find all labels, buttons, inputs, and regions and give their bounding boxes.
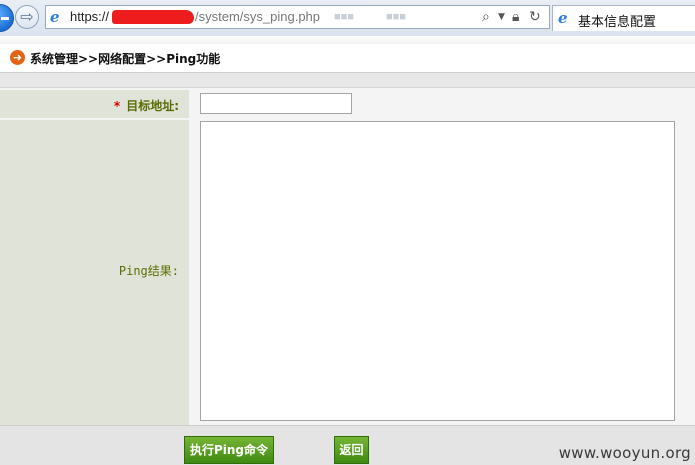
target-address-input[interactable] xyxy=(200,93,352,114)
browser-tab[interactable]: e 基本信息配置 xyxy=(552,5,695,31)
url-path: /system/sys_ping.php xyxy=(195,9,321,24)
target-label-cell: * 目标地址: xyxy=(0,90,189,118)
lock-icon[interactable]: 🔒︎ xyxy=(512,8,519,26)
breadcrumb-text: 系统管理>>网络配置>>Ping功能 xyxy=(30,52,221,66)
refresh-icon[interactable]: ↻ xyxy=(529,8,541,26)
arrow-right-icon: ➜ xyxy=(10,50,25,65)
page-top-strip xyxy=(0,36,695,44)
result-label: Ping结果: xyxy=(118,264,179,278)
ping-form: * 目标地址: Ping结果: xyxy=(0,88,695,425)
ie-page-icon: e xyxy=(50,8,60,26)
target-value-cell xyxy=(191,90,695,118)
ping-result-textarea[interactable] xyxy=(200,121,675,421)
back-button[interactable] xyxy=(0,4,14,32)
faded-text: ■■■ xyxy=(386,11,406,23)
forward-arrow-icon: ⇨ xyxy=(20,7,34,26)
section-divider xyxy=(0,72,695,88)
result-label-cell: Ping结果: xyxy=(0,120,189,425)
ie-tab-icon: e xyxy=(558,9,568,27)
result-value-cell xyxy=(191,120,695,425)
faded-text: ■■■ xyxy=(334,11,354,23)
url-host-redaction xyxy=(112,10,194,24)
target-label-text: 目标地址: xyxy=(126,99,179,113)
browser-toolbar: ⇨ e https:// /system/sys_ping.php ■■■ ■■… xyxy=(0,0,695,37)
tab-title: 基本信息配置 xyxy=(578,15,657,30)
execute-ping-button[interactable]: 执行Ping命令 xyxy=(184,436,274,464)
url-protocol: https:// xyxy=(70,9,110,24)
target-label: * 目标地址: xyxy=(114,97,179,114)
address-bar[interactable]: e https:// /system/sys_ping.php ■■■ ■■■ … xyxy=(45,5,550,29)
watermark: www.wooyun.org xyxy=(558,444,691,462)
dropdown-icon[interactable]: ▼ xyxy=(498,8,505,26)
breadcrumb: ➜ 系统管理>>网络配置>>Ping功能 xyxy=(0,44,695,72)
forward-button[interactable]: ⇨ xyxy=(15,5,39,29)
required-mark: * xyxy=(113,99,121,113)
search-icon[interactable]: ⌕ xyxy=(482,8,490,26)
back-page-button[interactable]: 返回 xyxy=(334,436,369,464)
